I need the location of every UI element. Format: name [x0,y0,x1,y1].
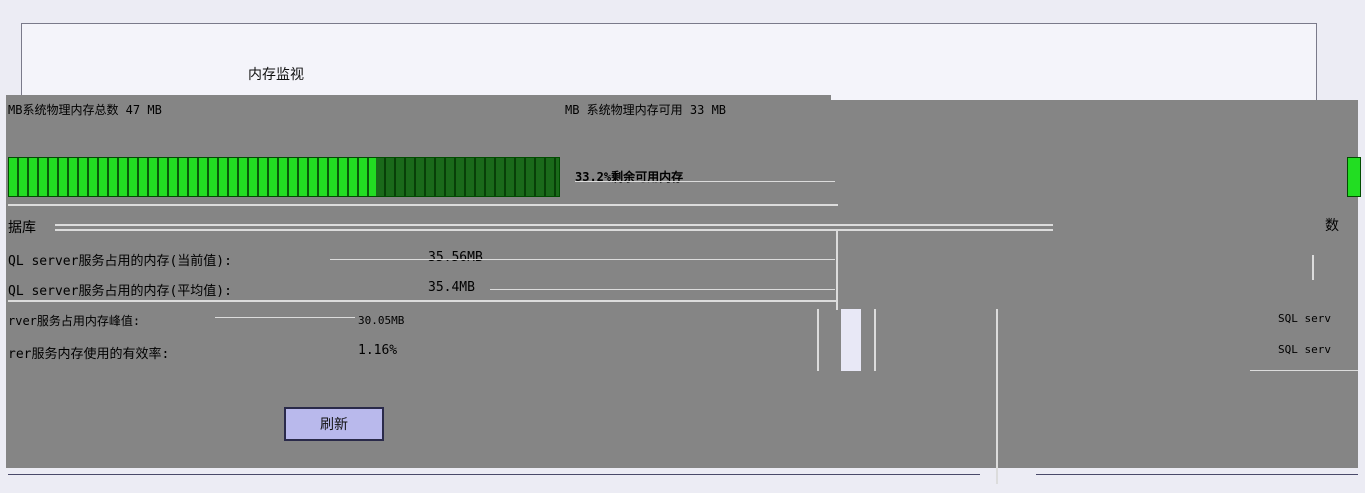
window-title: 内存监视 [248,67,304,83]
artifact-line [874,309,876,371]
database-section-label: 据库 [8,220,36,236]
db-right-row-label: SQL serv [1278,312,1331,325]
row-divider [490,289,835,290]
row-divider [215,317,355,318]
row-divider [330,259,835,260]
db-row-value: 35.4MB [428,280,475,295]
artifact-block [841,309,861,371]
free-memory-percent: 33.2%剩余可用内存 [575,170,684,184]
artifact-line [1312,255,1314,280]
available-memory-label: MB 系统物理内存可用 33 MB [565,103,727,117]
artifact-line [996,309,998,484]
memory-used-fill [9,158,377,196]
divider [8,204,838,206]
physical-memory-label: MB系统物理内存总数 47 MB [8,103,162,117]
artifact-line [817,309,819,371]
db-row-value: 35.56MB [428,250,483,265]
refresh-button[interactable]: 刷新 [284,407,384,441]
memory-monitor-frame [21,23,1317,103]
db-row-label: rer服务内存使用的有效率: [8,347,170,362]
bottom-divider [8,474,980,475]
db-right-row-label: SQL serv [1278,343,1331,356]
database-right-label: 数 [1325,218,1339,234]
memory-usage-bar [8,157,560,197]
section-divider [55,229,1053,231]
memory-free-fill [376,158,559,196]
section-divider [55,224,1053,226]
column-divider [836,230,838,310]
db-row-label: QL server服务占用的内存(平均值): [8,284,232,299]
divider [575,181,835,182]
row-divider [1250,370,1358,371]
row-divider [8,300,836,302]
db-row-label: QL server服务占用的内存(当前值): [8,254,232,269]
db-row-label: rver服务占用内存峰值: [8,314,141,328]
db-row-value: 1.16% [358,343,398,358]
db-row-value: 30.05MB [358,314,405,327]
memory-usage-bar-secondary [1347,157,1361,197]
bottom-divider [1036,474,1358,475]
